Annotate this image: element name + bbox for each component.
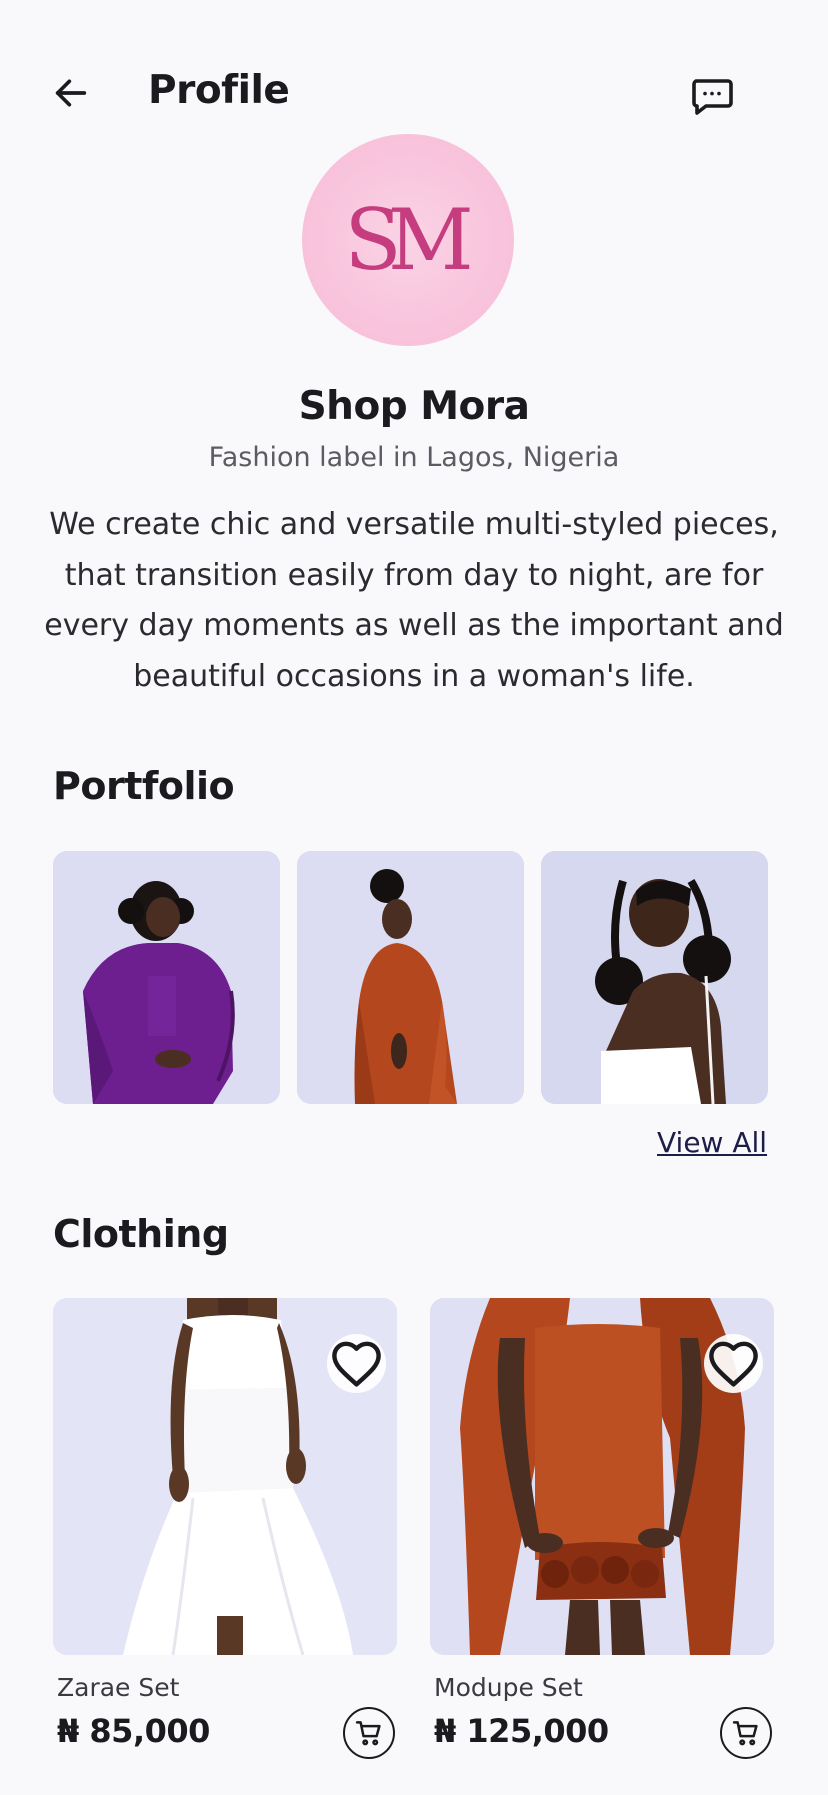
- product-card[interactable]: Zarae Set ₦ 85,000: [53, 1298, 397, 1759]
- page-title: Profile: [148, 68, 290, 113]
- portfolio-gallery: [53, 851, 768, 1104]
- portfolio-image[interactable]: [53, 851, 280, 1104]
- add-to-cart-button[interactable]: [720, 1707, 772, 1759]
- portfolio-image[interactable]: [297, 851, 524, 1104]
- chat-bubble-icon: [692, 79, 733, 115]
- arrow-left-icon: [55, 79, 87, 107]
- heart-outline-icon: [332, 1341, 381, 1387]
- product-image[interactable]: [430, 1298, 774, 1655]
- clothing-grid: Zarae Set ₦ 85,000 Modupe Set ₦ 125,000: [53, 1298, 774, 1759]
- view-all-link[interactable]: View All: [657, 1126, 767, 1159]
- portfolio-heading: Portfolio: [53, 764, 235, 808]
- product-price: ₦ 85,000: [57, 1712, 210, 1750]
- product-name: Zarae Set: [57, 1673, 180, 1702]
- shop-name: Shop Mora: [298, 384, 530, 429]
- shopping-cart-icon: [355, 1721, 381, 1746]
- shop-avatar[interactable]: SM: [302, 134, 514, 346]
- product-price: ₦ 125,000: [434, 1712, 609, 1750]
- product-name: Modupe Set: [434, 1673, 583, 1702]
- shop-description: We create chic and versatile multi-style…: [44, 507, 784, 694]
- add-to-cart-button[interactable]: [343, 1707, 395, 1759]
- back-button[interactable]: [46, 70, 96, 116]
- product-image[interactable]: [53, 1298, 397, 1655]
- chat-button[interactable]: [686, 70, 738, 122]
- product-card[interactable]: Modupe Set ₦ 125,000: [430, 1298, 774, 1759]
- portfolio-image[interactable]: [541, 851, 768, 1104]
- favorite-button[interactable]: [327, 1334, 386, 1393]
- shop-location: Fashion label in Lagos, Nigeria: [208, 442, 620, 473]
- heart-outline-icon: [709, 1341, 758, 1387]
- shopping-cart-icon: [732, 1721, 758, 1746]
- shop-logo-monogram: SM: [344, 191, 474, 289]
- favorite-button[interactable]: [704, 1334, 763, 1393]
- profile-screen: Profile SM Shop Mora Fashion label in La…: [0, 0, 828, 1795]
- clothing-heading: Clothing: [53, 1212, 229, 1256]
